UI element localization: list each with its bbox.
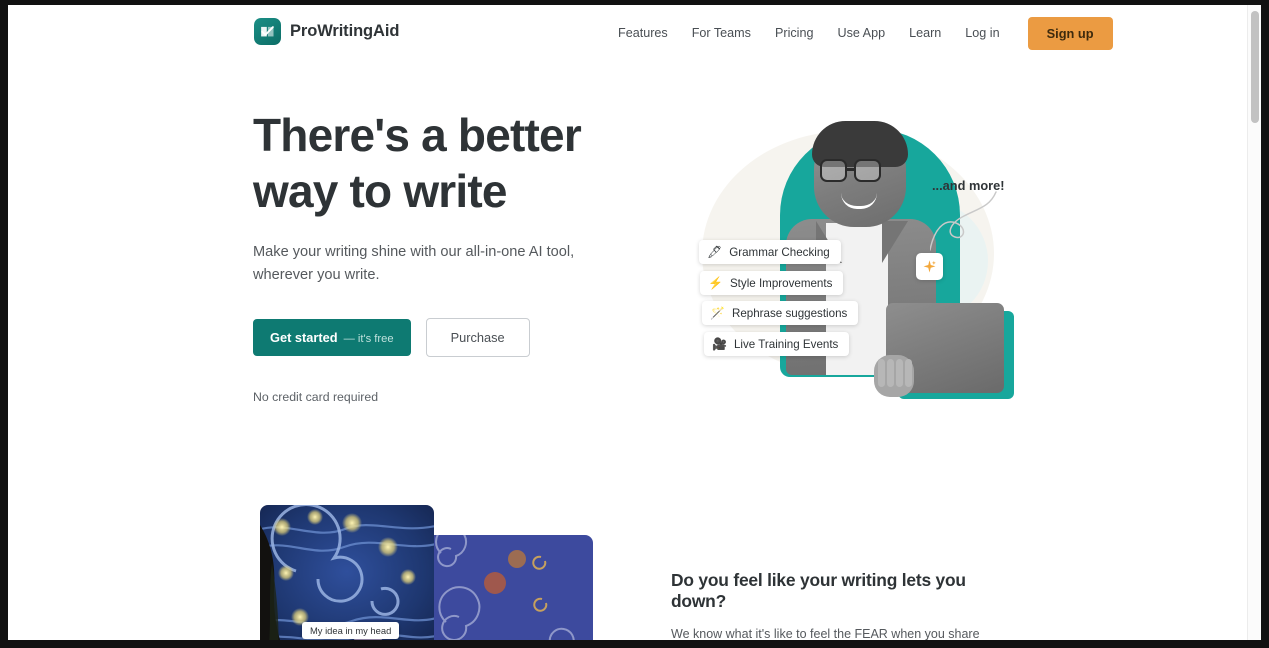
glasses-bridge bbox=[847, 168, 854, 171]
feature-chip-live-training-events: 🎥 Live Training Events bbox=[704, 332, 850, 356]
feature-chip-rephrase-suggestions: 🪄 Rephrase suggestions bbox=[702, 301, 859, 325]
lightning-bolt-icon: ⚡ bbox=[708, 276, 723, 290]
nav-link-log-in[interactable]: Log in bbox=[953, 5, 1011, 61]
scrollbar-thumb[interactable] bbox=[1251, 11, 1259, 123]
starry-night-image bbox=[260, 505, 434, 640]
feature-chip-label: Live Training Events bbox=[733, 337, 839, 351]
person-collar-right bbox=[882, 221, 908, 263]
get-started-button[interactable]: Get started — it's free bbox=[253, 319, 411, 356]
hero-illustration: 🖋 Grammar Checking ⚡ Style Improvements … bbox=[672, 105, 1022, 400]
get-started-sublabel: — it's free bbox=[343, 333, 394, 345]
sign-up-button[interactable]: Sign up bbox=[1027, 16, 1113, 50]
lower-section-copy: Do you feel like your writing lets you d… bbox=[671, 570, 1016, 640]
prowritingaid-logo-icon bbox=[254, 18, 281, 45]
no-credit-card-note: No credit card required bbox=[253, 390, 379, 404]
page-scrollbar[interactable] bbox=[1247, 5, 1261, 640]
purchase-button[interactable]: Purchase bbox=[425, 318, 530, 357]
nav-link-features[interactable]: Features bbox=[606, 5, 680, 61]
get-started-label: Get started bbox=[270, 330, 338, 345]
lower-section-body: We know what it's like to feel the FEAR … bbox=[671, 627, 980, 640]
magic-wand-icon: 🪄 bbox=[710, 306, 725, 320]
glasses-lens-right bbox=[854, 159, 881, 182]
nav-link-learn[interactable]: Learn bbox=[897, 5, 953, 61]
finger bbox=[887, 359, 894, 387]
hero-title-line-2: way to write bbox=[253, 165, 507, 217]
finger bbox=[896, 359, 903, 387]
finger bbox=[905, 359, 912, 387]
feature-chip-label: Style Improvements bbox=[729, 276, 833, 290]
site-header: ProWritingAid Features For Teams Pricing… bbox=[8, 5, 1248, 61]
feature-chip-label: Rephrase suggestions bbox=[731, 306, 848, 320]
nav-link-pricing[interactable]: Pricing bbox=[763, 5, 826, 61]
plain-writing-card bbox=[419, 535, 593, 640]
hero-copy: There's a better way to write Make your … bbox=[253, 107, 653, 404]
feature-chip-style-improvements: ⚡ Style Improvements bbox=[700, 271, 844, 295]
lower-section-title: Do you feel like your writing lets you d… bbox=[671, 570, 966, 611]
person-hand bbox=[874, 355, 914, 397]
callout-loop-line bbox=[930, 191, 997, 251]
main-navigation: Features For Teams Pricing Use App Learn… bbox=[606, 5, 1113, 61]
feature-chip-grammar-checking: 🖋 Grammar Checking bbox=[699, 240, 841, 264]
finger bbox=[878, 359, 885, 387]
browser-viewport: ProWritingAid Features For Teams Pricing… bbox=[8, 5, 1261, 640]
hero-title: There's a better way to write bbox=[253, 107, 653, 219]
hero-title-line-1: There's a better bbox=[253, 109, 582, 161]
nav-link-use-app[interactable]: Use App bbox=[825, 5, 897, 61]
nav-link-for-teams[interactable]: For Teams bbox=[680, 5, 763, 61]
page-content: ProWritingAid Features For Teams Pricing… bbox=[8, 5, 1248, 640]
video-camera-icon: 🎥 bbox=[712, 337, 727, 351]
hero-cta-group: Get started — it's free Purchase bbox=[253, 318, 653, 357]
feature-chip-label: Grammar Checking bbox=[729, 245, 830, 259]
brand-logo[interactable]: ProWritingAid bbox=[254, 18, 399, 45]
hero-subtitle: Make your writing shine with our all-in-… bbox=[253, 244, 575, 283]
image-caption-my-idea: My idea in my head bbox=[302, 622, 400, 639]
brand-name: ProWritingAid bbox=[290, 22, 400, 40]
feather-pen-icon: 🖋 bbox=[707, 245, 723, 259]
glasses-lens-left bbox=[820, 159, 847, 182]
